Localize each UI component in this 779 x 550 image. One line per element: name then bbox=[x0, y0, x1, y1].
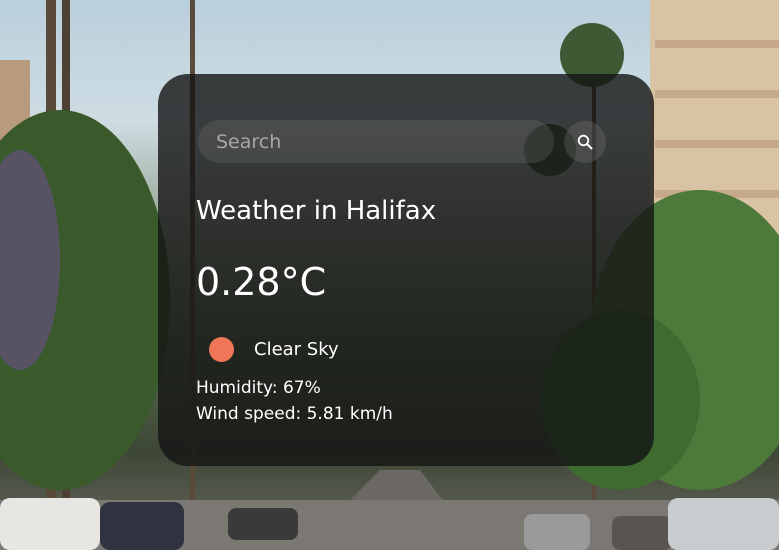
city-title: Weather in Halifax bbox=[196, 196, 437, 226]
search-button[interactable] bbox=[564, 121, 606, 163]
weather-description-row: Clear Sky bbox=[209, 336, 339, 362]
search-icon bbox=[577, 134, 593, 150]
weather-card: Weather in Halifax 0.28°C Clear Sky Humi… bbox=[158, 74, 654, 466]
humidity-text: Humidity: 67% bbox=[196, 378, 321, 398]
temperature: 0.28°C bbox=[196, 260, 327, 304]
weather-description: Clear Sky bbox=[254, 338, 339, 360]
wind-speed-text: Wind speed: 5.81 km/h bbox=[196, 404, 393, 424]
search-input[interactable] bbox=[198, 120, 554, 163]
sun-icon bbox=[209, 336, 234, 362]
